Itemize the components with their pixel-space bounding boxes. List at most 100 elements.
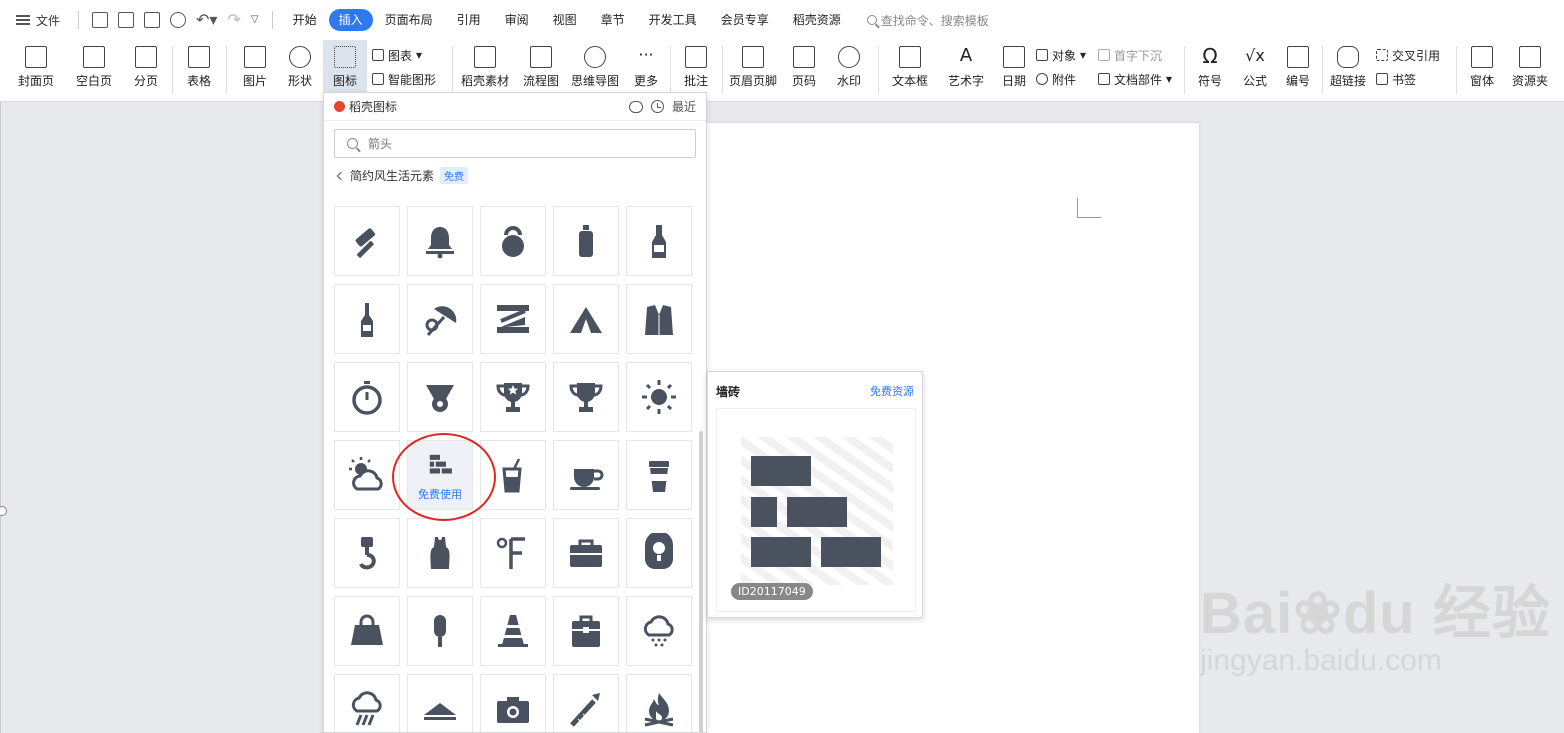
export-pdf-icon[interactable] [118, 12, 135, 28]
tab-developer[interactable]: 开发工具 [637, 9, 709, 31]
icon-tile-briefcase[interactable] [553, 596, 619, 666]
textbox-button[interactable]: 文本框 [884, 40, 936, 102]
symbol-label: 符号 [1197, 74, 1222, 88]
icon-search-input[interactable] [368, 136, 668, 151]
cover-page-button[interactable]: 封面页 [10, 40, 62, 102]
watermark-button[interactable]: 水印 [828, 40, 870, 102]
tab-review[interactable]: 审阅 [493, 9, 541, 31]
icon-tile-rain-cloud[interactable] [334, 674, 400, 732]
tab-section[interactable]: 章节 [589, 9, 637, 31]
tab-home[interactable]: 开始 [281, 9, 329, 31]
table-button[interactable]: 表格 [178, 40, 220, 102]
icon-tile-snow-cloud[interactable] [626, 596, 692, 666]
free-resource-link[interactable]: 免费资源 [870, 383, 914, 399]
page-break-button[interactable]: 分页 [124, 40, 168, 102]
icon-search-box[interactable] [334, 129, 696, 158]
stopwatch-icon [352, 381, 382, 415]
icon-tile-sport-bottle[interactable] [553, 206, 619, 276]
doc-parts-button[interactable]: 文档部件 ▾ [1098, 70, 1172, 88]
icon-tile-ruler[interactable] [480, 284, 546, 354]
bookmark-button[interactable]: 书签 [1376, 70, 1416, 88]
smartart-button[interactable]: 智能图形 [372, 70, 436, 88]
page-number-button[interactable]: 页码 [784, 40, 824, 102]
icon-library-icon [334, 46, 356, 68]
icon-tile-coffee-cup[interactable] [553, 440, 619, 510]
icon-tile-hammer[interactable] [334, 206, 400, 276]
header-footer-button[interactable]: 页眉页脚 [728, 40, 778, 102]
icon-tile-beer-bottle[interactable] [626, 206, 692, 276]
tab-page-layout[interactable]: 页面布局 [373, 9, 445, 31]
header-footer-label: 页眉页脚 [728, 74, 777, 88]
icon-tile-kettlebell[interactable] [480, 206, 546, 276]
category-back-link[interactable]: 简约风生活元素 免费 [336, 167, 469, 184]
icon-tile-toolbox[interactable] [553, 518, 619, 588]
medal-icon [426, 385, 454, 412]
scrollbar[interactable] [699, 431, 703, 732]
save-icon[interactable] [92, 12, 109, 28]
tab-references[interactable]: 引用 [445, 9, 493, 31]
icon-tile-trophy-star[interactable] [480, 362, 546, 432]
icon-tile-bell[interactable] [407, 206, 473, 276]
icon-tile-camera[interactable] [480, 674, 546, 732]
icon-tile-wine-bottle[interactable] [334, 284, 400, 354]
dropcap-button[interactable]: 首字下沉 [1098, 46, 1162, 64]
icon-tile-handbag[interactable] [334, 596, 400, 666]
icon-tile-stopwatch[interactable] [334, 362, 400, 432]
mindmap-icon [584, 46, 606, 68]
tab-docer-resources[interactable]: 稻壳资源 [781, 9, 853, 31]
object-button[interactable]: 对象 ▾ [1036, 46, 1086, 64]
resource-folder-button[interactable]: 资源夹 [1508, 40, 1552, 102]
icon-tile-popsicle[interactable] [407, 596, 473, 666]
attachment-button[interactable]: 附件 [1036, 70, 1076, 88]
picture-button[interactable]: 图片 [234, 40, 276, 102]
numbering-button[interactable]: 编号 [1280, 40, 1316, 102]
chart-button[interactable]: 图表 ▾ [372, 46, 422, 64]
hyperlink-button[interactable]: 超链接 [1328, 40, 1368, 102]
bookmark-label: 书签 [1392, 72, 1417, 87]
command-search[interactable]: 查找命令、搜索模板 [866, 12, 989, 29]
redo-icon[interactable]: ↷ [227, 12, 240, 28]
icon-tile-brick-wall[interactable]: 免费使用 [407, 440, 473, 510]
formula-button[interactable]: √x 公式 [1234, 40, 1276, 102]
trophy-icon [569, 383, 603, 412]
date-button[interactable]: 日期 [996, 40, 1032, 102]
command-search-placeholder: 查找命令、搜索模板 [880, 13, 989, 28]
icon-tile-sun[interactable] [626, 362, 692, 432]
icon-tile-camera-bag[interactable] [626, 518, 692, 588]
tab-member[interactable]: 会员专享 [709, 9, 781, 31]
feedback-icon[interactable] [628, 100, 643, 113]
icon-tile-firework-rocket[interactable] [553, 674, 619, 732]
crossref-button[interactable]: 交叉引用 [1376, 46, 1440, 64]
print-icon[interactable] [144, 12, 161, 28]
icon-tile-fahrenheit[interactable] [480, 518, 546, 588]
tab-insert[interactable]: 插入 [328, 9, 373, 31]
textbox-icon [899, 46, 921, 68]
icon-tile-medal[interactable] [407, 362, 473, 432]
symbol-button[interactable]: Ω 符号 [1190, 40, 1230, 102]
icon-tile-trophy[interactable] [553, 362, 619, 432]
icon-tile-traffic-cone[interactable] [480, 596, 546, 666]
undo-icon[interactable]: ↶▾ [196, 12, 217, 28]
customize-quick-access-icon[interactable]: ▽ [251, 12, 259, 28]
tab-view[interactable]: 视图 [541, 9, 589, 31]
icon-tile-sun-cloud[interactable] [334, 440, 400, 510]
recent-button[interactable]: 最近 [672, 98, 696, 115]
shape-button[interactable]: 形状 [280, 40, 320, 102]
blank-page-button[interactable]: 空白页 [68, 40, 120, 102]
icon-tile-drink-cup[interactable] [480, 440, 546, 510]
wordart-button[interactable]: A 艺术字 [940, 40, 992, 102]
icon-tile-crane-hook[interactable] [334, 518, 400, 588]
print-preview-icon[interactable] [170, 12, 187, 28]
sidebar-handle[interactable] [0, 506, 7, 516]
icon-tile-coffee-to-go[interactable] [626, 440, 692, 510]
icon-tile-beach-umbrella[interactable] [407, 284, 473, 354]
icon-tile-tent[interactable] [553, 284, 619, 354]
icon-tile-suit[interactable] [626, 284, 692, 354]
icon-tile-campfire[interactable] [626, 674, 692, 732]
window-form-button[interactable]: 窗体 [1462, 40, 1502, 102]
file-menu[interactable]: 文件 [0, 12, 70, 29]
icon-tile-roof[interactable] [407, 674, 473, 732]
attachment-label: 附件 [1052, 72, 1077, 87]
coffee-cup-icon [570, 469, 604, 490]
icon-tile-tank-top[interactable] [407, 518, 473, 588]
